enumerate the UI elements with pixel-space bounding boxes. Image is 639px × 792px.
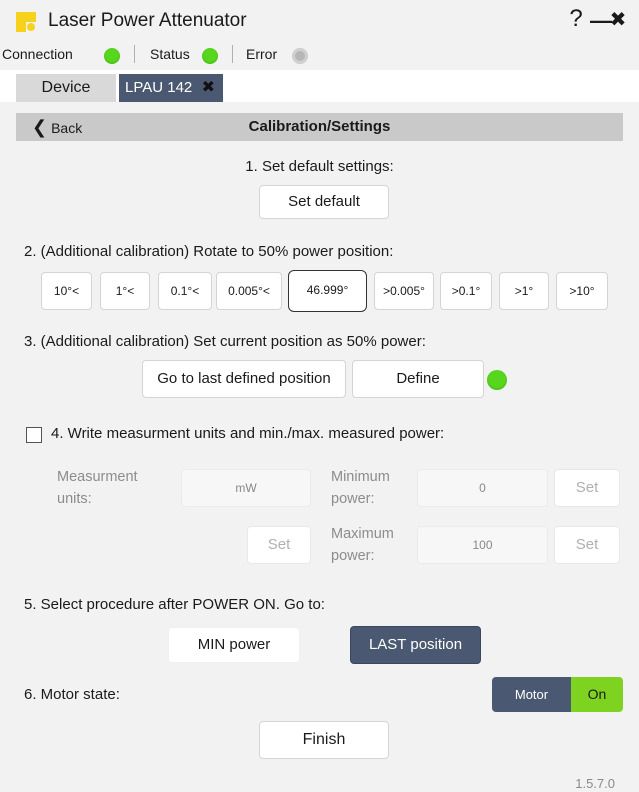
tab-label: LPAU 142 bbox=[125, 79, 193, 96]
step2-label: 2. (Additional calibration) Rotate to 50… bbox=[24, 243, 394, 260]
rotate-minus-1-button[interactable]: 1°< bbox=[100, 272, 150, 310]
status-label: Status bbox=[150, 46, 190, 62]
min-power-label: Minimum power: bbox=[331, 469, 390, 507]
help-button[interactable]: ? bbox=[566, 4, 586, 34]
motor-toggle-label: Motor bbox=[492, 677, 571, 712]
title-bar: Laser Power Attenuator ? — ✖ bbox=[0, 0, 639, 44]
divider bbox=[232, 45, 233, 63]
close-button[interactable]: ✖ bbox=[606, 5, 630, 35]
last-position-option[interactable]: LAST position bbox=[350, 626, 481, 664]
rotate-minus-0.005-button[interactable]: 0.005°< bbox=[216, 272, 282, 310]
motor-toggle[interactable]: Motor On bbox=[492, 677, 623, 712]
min-power-option[interactable]: MIN power bbox=[168, 627, 300, 663]
set-max-button[interactable]: Set bbox=[554, 526, 620, 564]
divider bbox=[134, 45, 135, 63]
define-status-indicator bbox=[487, 370, 507, 390]
set-default-button[interactable]: Set default bbox=[259, 185, 389, 219]
step3-label: 3. (Additional calibration) Set current … bbox=[24, 333, 426, 350]
connection-indicator bbox=[104, 48, 120, 64]
rotate-plus-1-button[interactable]: >1° bbox=[499, 272, 549, 310]
define-button[interactable]: Define bbox=[352, 360, 484, 398]
step6-label: 6. Motor state: bbox=[24, 686, 120, 703]
page-header: Calibration/Settings ❮ Back bbox=[16, 113, 623, 141]
tab-bar: Device LPAU 142 ✖ bbox=[0, 70, 639, 102]
back-label: Back bbox=[51, 120, 83, 136]
error-label: Error bbox=[246, 46, 278, 62]
app-logo bbox=[16, 12, 36, 32]
chevron-left-icon: ❮ bbox=[32, 117, 48, 137]
close-icon: ✖ bbox=[609, 9, 627, 31]
step5-label: 5. Select procedure after POWER ON. Go t… bbox=[24, 596, 325, 613]
error-indicator bbox=[292, 48, 308, 64]
max-power-label: Maximum power: bbox=[331, 526, 394, 564]
minimize-button[interactable]: — bbox=[590, 6, 612, 36]
rotate-minus-0.1-button[interactable]: 0.1°< bbox=[158, 272, 212, 310]
tab-close-icon[interactable]: ✖ bbox=[202, 74, 215, 102]
connection-label: Connection bbox=[2, 46, 73, 62]
set-units-button[interactable]: Set bbox=[247, 526, 311, 564]
goto-last-position-button[interactable]: Go to last defined position bbox=[142, 360, 346, 398]
status-indicator bbox=[202, 48, 218, 64]
max-power-input[interactable]: 100 bbox=[417, 526, 548, 564]
finish-button[interactable]: Finish bbox=[259, 721, 389, 759]
rotate-minus-10-button[interactable]: 10°< bbox=[41, 272, 92, 310]
write-units-checkbox[interactable] bbox=[26, 427, 42, 443]
step1-label: 1. Set default settings: bbox=[245, 158, 394, 175]
current-position-display: 46.999° bbox=[288, 270, 367, 312]
version-label: 1.5.7.0 bbox=[575, 776, 615, 791]
back-button[interactable]: ❮ Back bbox=[32, 113, 82, 141]
rotate-plus-0.005-button[interactable]: >0.005° bbox=[374, 272, 434, 310]
motor-toggle-state: On bbox=[571, 677, 623, 712]
step4-label: 4. Write measurment units and min./max. … bbox=[51, 425, 445, 442]
min-power-input[interactable]: 0 bbox=[417, 469, 548, 507]
tab-device[interactable]: Device bbox=[16, 74, 116, 102]
rotate-plus-10-button[interactable]: >10° bbox=[556, 272, 608, 310]
rotate-plus-0.1-button[interactable]: >0.1° bbox=[440, 272, 492, 310]
set-min-button[interactable]: Set bbox=[554, 469, 620, 507]
app-title: Laser Power Attenuator bbox=[48, 10, 247, 31]
page-title: Calibration/Settings bbox=[248, 118, 391, 135]
tab-lpau-142[interactable]: LPAU 142 ✖ bbox=[119, 74, 223, 102]
status-bar: Connection Status Error bbox=[0, 44, 639, 68]
units-label: Measurment units: bbox=[57, 469, 138, 507]
units-input[interactable]: mW bbox=[181, 469, 311, 507]
